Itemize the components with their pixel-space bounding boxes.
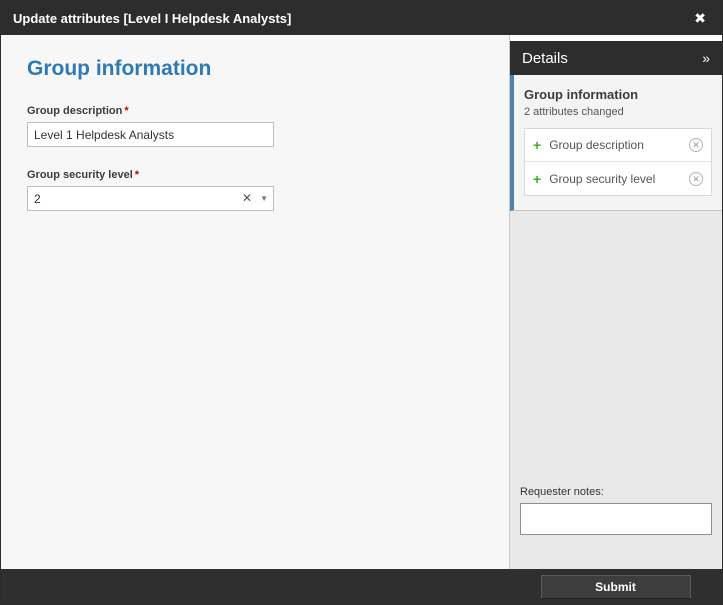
- required-marker: *: [124, 105, 129, 117]
- change-item-label: Group description: [549, 138, 644, 152]
- field-group-description: Group description *: [27, 105, 483, 147]
- plus-icon: +: [533, 170, 542, 187]
- details-title: Details: [522, 49, 568, 67]
- submit-button[interactable]: Submit: [540, 574, 691, 599]
- group-security-level-label-text: Group security level: [27, 169, 133, 181]
- clear-icon[interactable]: ✕: [242, 191, 252, 205]
- chevron-down-icon[interactable]: ▼: [260, 194, 268, 203]
- field-group-security-level: Group security level* ✕ ▼: [27, 169, 483, 211]
- notes-bottom-gap: [510, 549, 722, 569]
- details-sidebar: Details » Group information 2 attributes…: [509, 35, 722, 569]
- change-item-group-description[interactable]: + Group description ✕: [525, 129, 711, 162]
- update-attributes-dialog: Update attributes [Level I Helpdesk Anal…: [0, 0, 723, 605]
- required-marker: *: [134, 169, 140, 181]
- requester-notes-input[interactable]: [520, 503, 712, 535]
- plus-icon: +: [533, 137, 542, 153]
- footer-actions: Submit: [509, 574, 722, 599]
- dialog-footer: Submit: [1, 569, 722, 604]
- page-title: Group information: [27, 57, 212, 80]
- changes-section-title: Group information: [524, 87, 639, 102]
- remove-change-icon[interactable]: ✕: [689, 138, 703, 152]
- change-list: + Group description ✕ + Group security l…: [524, 128, 712, 196]
- changes-panel: Group information 2 attributes changed +…: [510, 75, 722, 211]
- group-description-label-text: Group description: [27, 105, 123, 117]
- group-security-level-input[interactable]: [27, 186, 274, 211]
- group-security-level-label: Group security level *: [27, 169, 483, 181]
- group-description-label: Group description *: [27, 105, 483, 117]
- change-item-group-security-level[interactable]: + Group security level ✕: [525, 162, 711, 195]
- main-panel: Group information Group description* Gro…: [1, 35, 509, 569]
- requester-notes-section: Requester notes:: [510, 478, 722, 549]
- collapse-icon[interactable]: »: [702, 50, 710, 66]
- close-icon[interactable]: ✖: [690, 10, 710, 27]
- dialog-body: Group information Group description* Gro…: [1, 35, 722, 569]
- group-security-level-combobox: ✕ ▼: [27, 186, 274, 211]
- remove-change-icon[interactable]: ✕: [689, 171, 703, 186]
- change-item-label: Group security level: [549, 171, 656, 186]
- changes-count: 2 attributes changed: [524, 106, 624, 118]
- details-header[interactable]: Details »: [510, 41, 722, 75]
- sidebar-filler: [510, 211, 722, 478]
- group-description-input[interactable]: [27, 122, 274, 147]
- requester-notes-label: Requester notes:: [520, 486, 604, 498]
- dialog-title: Update attributes [Level I Helpdesk Anal…: [13, 10, 292, 26]
- dialog-titlebar: Update attributes [Level I Helpdesk Anal…: [1, 1, 722, 35]
